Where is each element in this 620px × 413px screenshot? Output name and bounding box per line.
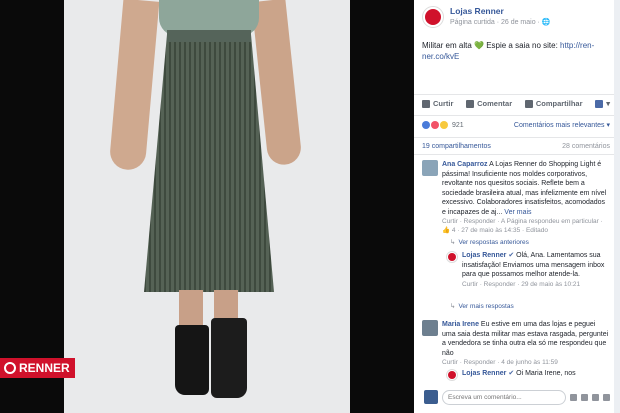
comment-composer xyxy=(424,388,610,406)
scrollbar[interactable] xyxy=(614,0,620,413)
divider xyxy=(414,137,614,138)
reply-text-block: Lojas Renner ✔ Oi Maria Irene, nos xyxy=(462,369,576,381)
reply-meta: Curtir · Responder · 29 de maio às 10:21 xyxy=(462,280,581,288)
page-avatar[interactable] xyxy=(422,6,444,28)
comment-text: A Lojas Renner do Shopping Light é pássi… xyxy=(442,161,607,216)
view-more-replies[interactable]: ↳ Ver mais respostas xyxy=(450,302,514,311)
renner-logo-mark-icon xyxy=(4,362,16,374)
comment-author[interactable]: Maria Irene xyxy=(442,321,479,328)
reaction-summary[interactable]: 921 xyxy=(422,121,464,129)
post-body: Militar em alta 💚 Espie a saia no site: xyxy=(422,41,561,50)
comment-item: Maria Irene Eu estive em uma das lojas e… xyxy=(422,320,610,367)
boot-right xyxy=(211,318,247,398)
comment-text-block: Maria Irene Eu estive em uma das lojas e… xyxy=(442,320,610,358)
shares-count[interactable]: 19 compartilhamentos xyxy=(422,143,491,150)
love-reaction-icon xyxy=(431,121,439,129)
view-more-replies-label: Ver mais respostas xyxy=(458,302,514,310)
comment-text-block: Ana Caparroz A Lojas Renner do Shopping … xyxy=(442,160,610,217)
model-leg-left xyxy=(179,290,203,330)
like-label: Curtir xyxy=(433,99,454,108)
reply-text: Oi Maria Irene, nos xyxy=(516,370,576,377)
renner-avatar-icon xyxy=(448,253,456,261)
comment-item: Ana Caparroz A Lojas Renner do Shopping … xyxy=(422,160,610,235)
verified-icon: ✔ xyxy=(508,370,515,377)
avatar[interactable] xyxy=(424,390,438,404)
pleated-skirt xyxy=(144,30,274,292)
divider xyxy=(414,154,614,155)
page-name[interactable]: Lojas Renner xyxy=(450,6,551,16)
avatar[interactable] xyxy=(446,251,458,263)
comment-meta: Curtir · Responder · A Página respondeu … xyxy=(442,218,603,225)
reaction-count: 921 xyxy=(452,121,464,129)
share-icon xyxy=(524,99,533,108)
action-bar: Curtir Comentar Compartilhar ▾ xyxy=(422,99,610,108)
reply-author[interactable]: Lojas Renner xyxy=(462,252,506,259)
comment-input[interactable] xyxy=(442,389,566,405)
model-arm-left xyxy=(108,0,160,172)
avatar[interactable] xyxy=(422,320,438,336)
verified-icon: ✔ xyxy=(508,252,515,259)
gif-icon[interactable] xyxy=(592,393,599,401)
renner-avatar-icon xyxy=(448,371,456,379)
reply-arrow-icon: ↳ xyxy=(450,239,456,246)
counts-row: 19 compartilhamentos 28 comentários xyxy=(422,143,610,150)
post-text: Militar em alta 💚 Espie a saia no site: … xyxy=(422,40,608,62)
chevron-down-icon: ▾ xyxy=(606,99,610,108)
share-label: Compartilhar xyxy=(535,99,583,108)
thumbs-up-icon xyxy=(422,99,430,108)
sticker-icon[interactable] xyxy=(603,393,610,401)
reply-arrow-icon: ↳ xyxy=(450,303,456,310)
page-selector-button[interactable]: ▾ xyxy=(595,99,610,108)
share-button[interactable]: Compartilhar xyxy=(524,99,583,108)
photo-right-margin xyxy=(350,0,414,413)
product-image xyxy=(64,0,350,413)
camera-icon[interactable] xyxy=(581,393,588,401)
photo-left-margin xyxy=(0,0,64,413)
page-selector-icon xyxy=(595,99,604,108)
boot-left xyxy=(175,325,209,395)
post-header: Lojas Renner Página curtida · 26 de maio… xyxy=(422,6,551,28)
comment-icon xyxy=(466,99,475,108)
divider xyxy=(414,115,614,116)
comment-button[interactable]: Comentar xyxy=(466,99,512,108)
post-meta: Página curtida · 26 de maio · 🌐 xyxy=(450,18,551,26)
reactions-row: 921 Comentários mais relevantes ▾ xyxy=(422,121,610,129)
reply-item: Lojas Renner ✔ Oi Maria Irene, nos xyxy=(446,369,608,381)
reply-author[interactable]: Lojas Renner xyxy=(462,370,506,377)
reply-item: Lojas Renner ✔ Olá, Ana. Lamentamos sua … xyxy=(446,251,608,289)
globe-icon: 🌐 xyxy=(541,19,551,26)
emoji-icon[interactable] xyxy=(570,393,577,401)
wow-reaction-icon xyxy=(440,121,448,129)
see-more-link[interactable]: Ver mais xyxy=(504,209,531,216)
comments-count: 28 comentários xyxy=(562,143,610,150)
divider xyxy=(414,94,614,95)
like-button[interactable]: Curtir xyxy=(422,99,453,108)
renner-avatar-icon xyxy=(425,9,441,25)
renner-logo-text: RENNER xyxy=(19,361,70,375)
skirt-waistband xyxy=(167,30,251,42)
comment-label: Comentar xyxy=(477,99,513,108)
comment-meta-reactions: 👍 4 · 27 de maio às 14:35 · Editado xyxy=(442,227,549,234)
avatar[interactable] xyxy=(422,160,438,176)
like-reaction-icon xyxy=(422,121,430,129)
post-meta-text: Página curtida · 26 de maio · xyxy=(450,19,542,26)
view-previous-replies[interactable]: ↳ Ver respostas anteriores xyxy=(450,238,529,247)
comment-author[interactable]: Ana Caparroz xyxy=(442,161,488,168)
renner-logo: RENNER xyxy=(0,358,75,378)
post-photo[interactable]: RENNER xyxy=(0,0,414,413)
reply-text-block: Lojas Renner ✔ Olá, Ana. Lamentamos sua … xyxy=(462,251,608,280)
comment-meta: Curtir · Responder · 4 de junho às 11:59 xyxy=(442,359,558,366)
avatar[interactable] xyxy=(446,369,458,381)
comment-sort-dropdown[interactable]: Comentários mais relevantes ▾ xyxy=(514,121,610,129)
view-previous-replies-label: Ver respostas anteriores xyxy=(458,238,529,246)
